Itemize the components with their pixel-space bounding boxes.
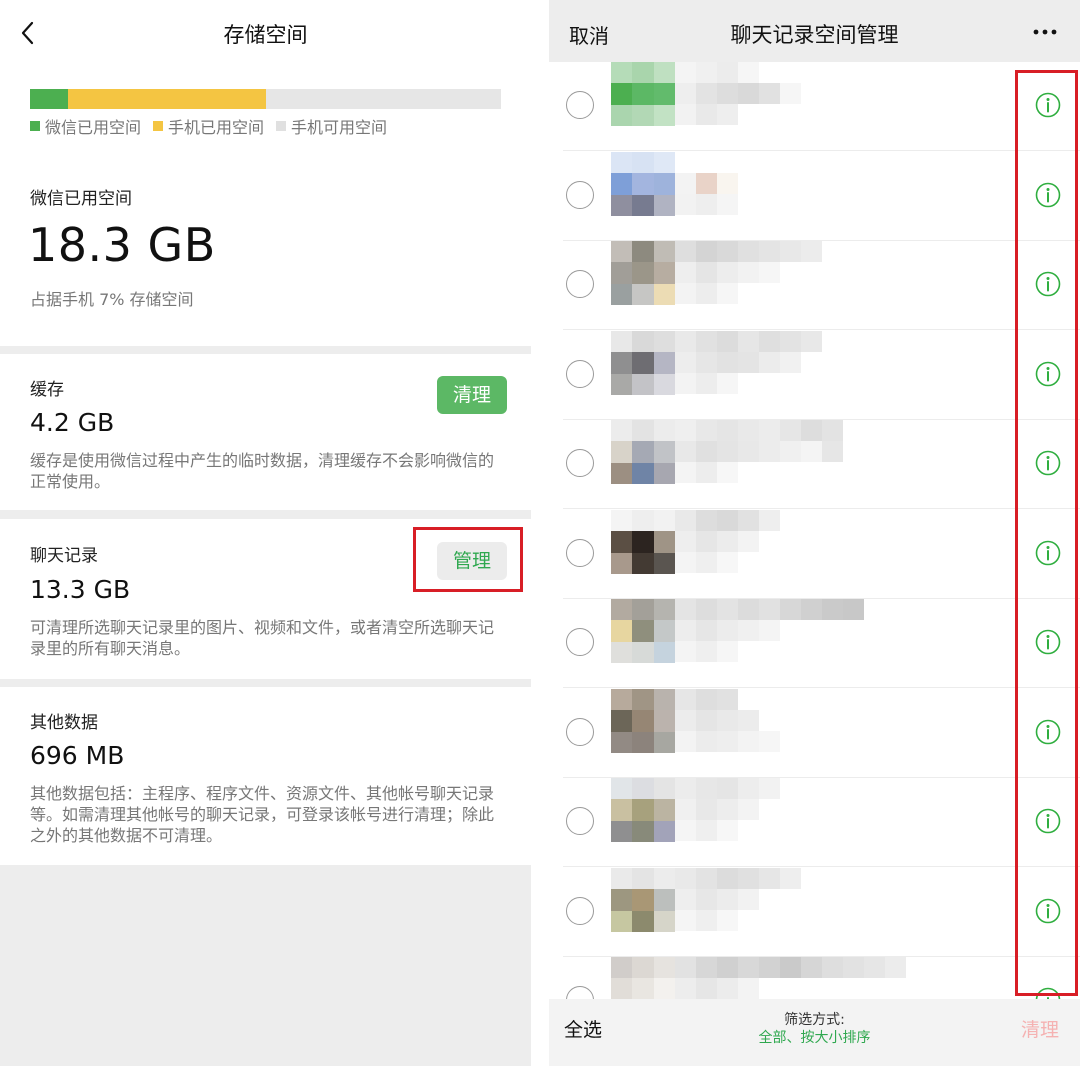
avatar [611,241,675,305]
other-data-desc: 其他数据包括：主程序、程序文件、资源文件、其他帐号聊天记录等。如需清理其他帐号的… [30,784,495,845]
storage-bar-phone [68,89,266,109]
chat-space-manager-screen: 取消 聊天记录空间管理 全选 筛选方式: 全部、按大小排序 清理 [549,0,1080,1066]
chat-row[interactable] [549,778,1080,867]
filter-label[interactable]: 筛选方式: [549,1009,1080,1029]
highlight-box-info-column [1015,70,1078,996]
avatar [611,778,675,842]
select-radio[interactable] [566,897,594,925]
legend-swatch [276,121,287,131]
blurred-chat-name [675,62,801,125]
blurred-chat-name [675,331,822,394]
chat-history-value: 13.3 GB [30,575,131,604]
storage-legend: 微信已用空间 手机已用空间 手机可用空间 [30,114,387,138]
blurred-chat-name [675,510,780,573]
legend-swatch [30,121,40,131]
cache-card: 缓存 4.2 GB 清理 缓存是使用微信过程中产生的临时数据，清理缓存不会影响微… [0,354,531,510]
cache-value: 4.2 GB [30,408,115,437]
bottom-toolbar: 全选 筛选方式: 全部、按大小排序 清理 [549,999,1080,1066]
clean-button[interactable]: 清理 [1021,1015,1059,1042]
chat-row[interactable] [549,152,1080,241]
chat-row[interactable] [549,510,1080,599]
nav-bar: 取消 聊天记录空间管理 [549,0,1080,62]
row-divider [563,508,1080,509]
row-divider [563,687,1080,688]
clean-cache-button[interactable]: 清理 [437,376,507,414]
select-radio[interactable] [566,986,594,999]
wechat-used-label: 微信已用空间 [30,189,132,209]
nav-bar: 存储空间 [0,0,531,68]
blurred-chat-name [675,957,906,999]
page-title: 存储空间 [223,23,308,47]
blurred-chat-name [675,241,822,304]
blurred-chat-name [675,778,780,841]
legend-label: 微信已用空间 [45,118,142,137]
wechat-used-note: 占据手机 7% 存储空间 [30,290,194,309]
avatar [611,957,675,999]
cache-title: 缓存 [30,380,64,400]
chat-row[interactable] [549,420,1080,509]
legend-swatch [153,121,164,131]
legend-item-wechat: 微信已用空间 [30,114,141,138]
storage-bar [30,89,501,109]
legend-item-phone-used: 手机已用空间 [153,114,264,138]
avatar [611,510,675,574]
highlight-box-manage [413,527,523,592]
row-divider [563,150,1080,151]
other-data-title: 其他数据 [30,713,98,733]
blurred-chat-name [675,599,864,662]
select-radio[interactable] [566,539,594,567]
chat-row[interactable] [549,868,1080,957]
avatar [611,868,675,932]
chat-row[interactable] [549,331,1080,420]
chat-row[interactable] [549,957,1080,999]
chat-row[interactable] [549,241,1080,330]
cache-desc: 缓存是使用微信过程中产生的临时数据，清理缓存不会影响微信的正常使用。 [30,451,495,491]
blurred-chat-name [675,689,780,752]
other-data-value: 696 MB [30,741,125,770]
chat-row[interactable] [549,599,1080,688]
blurred-chat-name [675,420,843,483]
select-radio[interactable] [566,628,594,656]
filter-value[interactable]: 全部、按大小排序 [549,1027,1080,1047]
chat-history-desc: 可清理所选聊天记录里的图片、视频和文件，或者清空所选聊天记录里的所有聊天消息。 [30,618,495,658]
select-radio[interactable] [566,807,594,835]
avatar [611,689,675,753]
avatar [611,331,675,395]
legend-item-phone-free: 手机可用空间 [276,114,387,138]
blurred-chat-name [675,152,759,215]
chat-row[interactable] [549,689,1080,778]
avatar [611,152,675,216]
select-radio[interactable] [566,181,594,209]
avatar [611,420,675,484]
legend-label: 手机可用空间 [291,118,388,137]
more-dots-icon[interactable] [1033,28,1057,36]
select-radio[interactable] [566,718,594,746]
chat-list [549,62,1080,999]
page-title: 聊天记录空间管理 [730,23,899,47]
other-data-card: 其他数据 696 MB 其他数据包括：主程序、程序文件、资源文件、其他帐号聊天记… [0,687,531,865]
avatar [611,62,675,126]
select-radio[interactable] [566,360,594,388]
row-divider [563,866,1080,867]
avatar [611,599,675,663]
storage-bar-wechat [30,89,68,109]
row-divider [563,329,1080,330]
blurred-chat-name [675,868,801,931]
select-radio[interactable] [566,449,594,477]
legend-label: 手机已用空间 [168,118,265,137]
select-radio[interactable] [566,270,594,298]
select-radio[interactable] [566,91,594,119]
chat-history-title: 聊天记录 [30,546,98,566]
usage-card: 微信已用空间 手机已用空间 手机可用空间 微信已用空间 18.3 GB 占据手机… [0,68,531,346]
chat-row[interactable] [549,62,1080,151]
wechat-used-value: 18.3 GB [28,218,216,272]
